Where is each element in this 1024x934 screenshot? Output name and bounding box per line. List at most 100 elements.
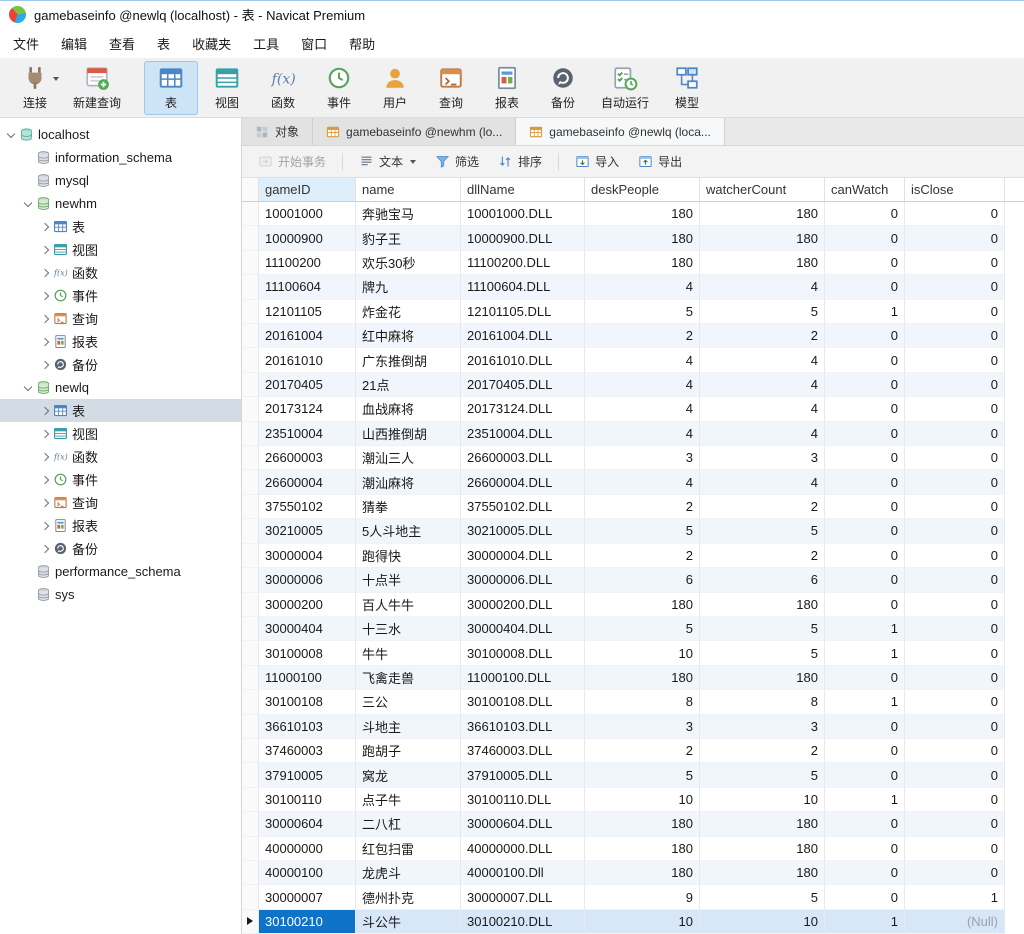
cell-isClose[interactable]: 1: [905, 885, 1005, 909]
tree-item-newhm-reports[interactable]: 报表: [0, 330, 241, 353]
cell-canWatch[interactable]: 0: [825, 348, 905, 372]
cell-isClose[interactable]: 0: [905, 275, 1005, 299]
tree-item-newhm-views[interactable]: 视图: [0, 238, 241, 261]
cell-dllName[interactable]: 20161010.DLL: [461, 348, 585, 372]
cell-name[interactable]: 猜拳: [356, 495, 461, 519]
cell-name[interactable]: 跑胡子: [356, 739, 461, 763]
cell-dllName[interactable]: 30100008.DLL: [461, 641, 585, 665]
collapsed-chevron-icon[interactable]: [38, 523, 52, 529]
tree-item-newlq-functions[interactable]: 函数: [0, 445, 241, 468]
cell-canWatch[interactable]: 1: [825, 910, 905, 934]
tree-item-newhm[interactable]: newhm: [0, 192, 241, 215]
cell-name[interactable]: 血战麻将: [356, 397, 461, 421]
expanded-chevron-icon[interactable]: [21, 386, 35, 390]
cell-isClose[interactable]: 0: [905, 446, 1005, 470]
cell-name[interactable]: 点子牛: [356, 788, 461, 812]
table-row[interactable]: 30000006十点半30000006.DLL6600: [242, 568, 1024, 592]
grid-toolbar-import[interactable]: 导入: [567, 149, 627, 174]
cell-deskPeople[interactable]: 180: [585, 202, 700, 226]
cell-gameID[interactable]: 10000900: [259, 226, 356, 250]
table-row[interactable]: 302100055人斗地主30210005.DLL5500: [242, 519, 1024, 543]
cell-canWatch[interactable]: 0: [825, 763, 905, 787]
cell-isClose[interactable]: 0: [905, 226, 1005, 250]
cell-name[interactable]: 牌九: [356, 275, 461, 299]
cell-name[interactable]: 牛牛: [356, 641, 461, 665]
table-row[interactable]: 20161010广东推倒胡20161010.DLL4400: [242, 348, 1024, 372]
cell-dllName[interactable]: 30000200.DLL: [461, 593, 585, 617]
cell-dllName[interactable]: 30100108.DLL: [461, 690, 585, 714]
cell-gameID[interactable]: 11000100: [259, 666, 356, 690]
menu-item-view[interactable]: 查看: [98, 29, 146, 58]
cell-deskPeople[interactable]: 4: [585, 275, 700, 299]
cell-deskPeople[interactable]: 2: [585, 495, 700, 519]
tab-objects[interactable]: 对象: [242, 118, 313, 145]
grid-toolbar-text-mode[interactable]: 文本: [351, 149, 424, 174]
cell-gameID[interactable]: 30100110: [259, 788, 356, 812]
menu-item-tools[interactable]: 工具: [242, 29, 290, 58]
cell-canWatch[interactable]: 0: [825, 470, 905, 494]
tree-item-newlq[interactable]: newlq: [0, 376, 241, 399]
column-header-dllName[interactable]: dllName: [461, 178, 585, 201]
cell-watcherCount[interactable]: 180: [700, 666, 825, 690]
cell-name[interactable]: 潮汕麻将: [356, 470, 461, 494]
cell-canWatch[interactable]: 0: [825, 446, 905, 470]
cell-dllName[interactable]: 37460003.DLL: [461, 739, 585, 763]
expanded-chevron-icon[interactable]: [4, 133, 18, 137]
cell-deskPeople[interactable]: 9: [585, 885, 700, 909]
grid-toolbar-sort[interactable]: 排序: [490, 149, 550, 174]
cell-name[interactable]: 炸金花: [356, 300, 461, 324]
cell-canWatch[interactable]: 0: [825, 275, 905, 299]
cell-watcherCount[interactable]: 3: [700, 446, 825, 470]
collapsed-chevron-icon[interactable]: [38, 224, 52, 230]
cell-watcherCount[interactable]: 4: [700, 397, 825, 421]
cell-watcherCount[interactable]: 5: [700, 885, 825, 909]
cell-name[interactable]: 21点: [356, 373, 461, 397]
cell-isClose[interactable]: 0: [905, 788, 1005, 812]
toolbar-button-automation[interactable]: 自动运行: [592, 61, 658, 115]
table-row[interactable]: 30100210斗公牛30100210.DLL10101(Null): [242, 910, 1024, 934]
tree-item-newlq-events[interactable]: 事件: [0, 468, 241, 491]
cell-deskPeople[interactable]: 180: [585, 861, 700, 885]
cell-isClose[interactable]: 0: [905, 763, 1005, 787]
cell-isClose[interactable]: 0: [905, 641, 1005, 665]
cell-name[interactable]: 山西推倒胡: [356, 422, 461, 446]
cell-gameID[interactable]: 30100108: [259, 690, 356, 714]
cell-watcherCount[interactable]: 5: [700, 617, 825, 641]
tab-table-newlq[interactable]: gamebaseinfo @newlq (loca...: [516, 118, 725, 145]
toolbar-button-table[interactable]: 表: [144, 61, 198, 115]
cell-watcherCount[interactable]: 5: [700, 763, 825, 787]
cell-deskPeople[interactable]: 180: [585, 837, 700, 861]
cell-isClose[interactable]: 0: [905, 470, 1005, 494]
cell-name[interactable]: 斗地主: [356, 715, 461, 739]
column-header-deskPeople[interactable]: deskPeople: [585, 178, 700, 201]
cell-canWatch[interactable]: 0: [825, 593, 905, 617]
table-row[interactable]: 37550102猜拳37550102.DLL2200: [242, 495, 1024, 519]
cell-isClose[interactable]: 0: [905, 812, 1005, 836]
cell-canWatch[interactable]: 0: [825, 397, 905, 421]
cell-dllName[interactable]: 20173124.DLL: [461, 397, 585, 421]
cell-gameID[interactable]: 30000200: [259, 593, 356, 617]
cell-gameID[interactable]: 37550102: [259, 495, 356, 519]
cell-name[interactable]: 百人牛牛: [356, 593, 461, 617]
cell-deskPeople[interactable]: 5: [585, 763, 700, 787]
tree-item-newhm-backups[interactable]: 备份: [0, 353, 241, 376]
cell-canWatch[interactable]: 1: [825, 690, 905, 714]
cell-canWatch[interactable]: 0: [825, 519, 905, 543]
cell-name[interactable]: 窝龙: [356, 763, 461, 787]
cell-watcherCount[interactable]: 2: [700, 324, 825, 348]
cell-gameID[interactable]: 20161004: [259, 324, 356, 348]
table-row[interactable]: 11100604牌九11100604.DLL4400: [242, 275, 1024, 299]
table-row[interactable]: 37460003跑胡子37460003.DLL2200: [242, 739, 1024, 763]
table-row[interactable]: 30000200百人牛牛30000200.DLL18018000: [242, 593, 1024, 617]
cell-isClose[interactable]: 0: [905, 544, 1005, 568]
cell-canWatch[interactable]: 0: [825, 715, 905, 739]
menu-item-edit[interactable]: 编辑: [50, 29, 98, 58]
cell-watcherCount[interactable]: 4: [700, 422, 825, 446]
table-row[interactable]: 37910005窝龙37910005.DLL5500: [242, 763, 1024, 787]
cell-dllName[interactable]: 20161004.DLL: [461, 324, 585, 348]
tree-item-sys[interactable]: sys: [0, 583, 241, 606]
grid-toolbar-filter[interactable]: 筛选: [427, 149, 487, 174]
cell-canWatch[interactable]: 1: [825, 617, 905, 641]
cell-gameID[interactable]: 23510004: [259, 422, 356, 446]
cell-deskPeople[interactable]: 180: [585, 251, 700, 275]
